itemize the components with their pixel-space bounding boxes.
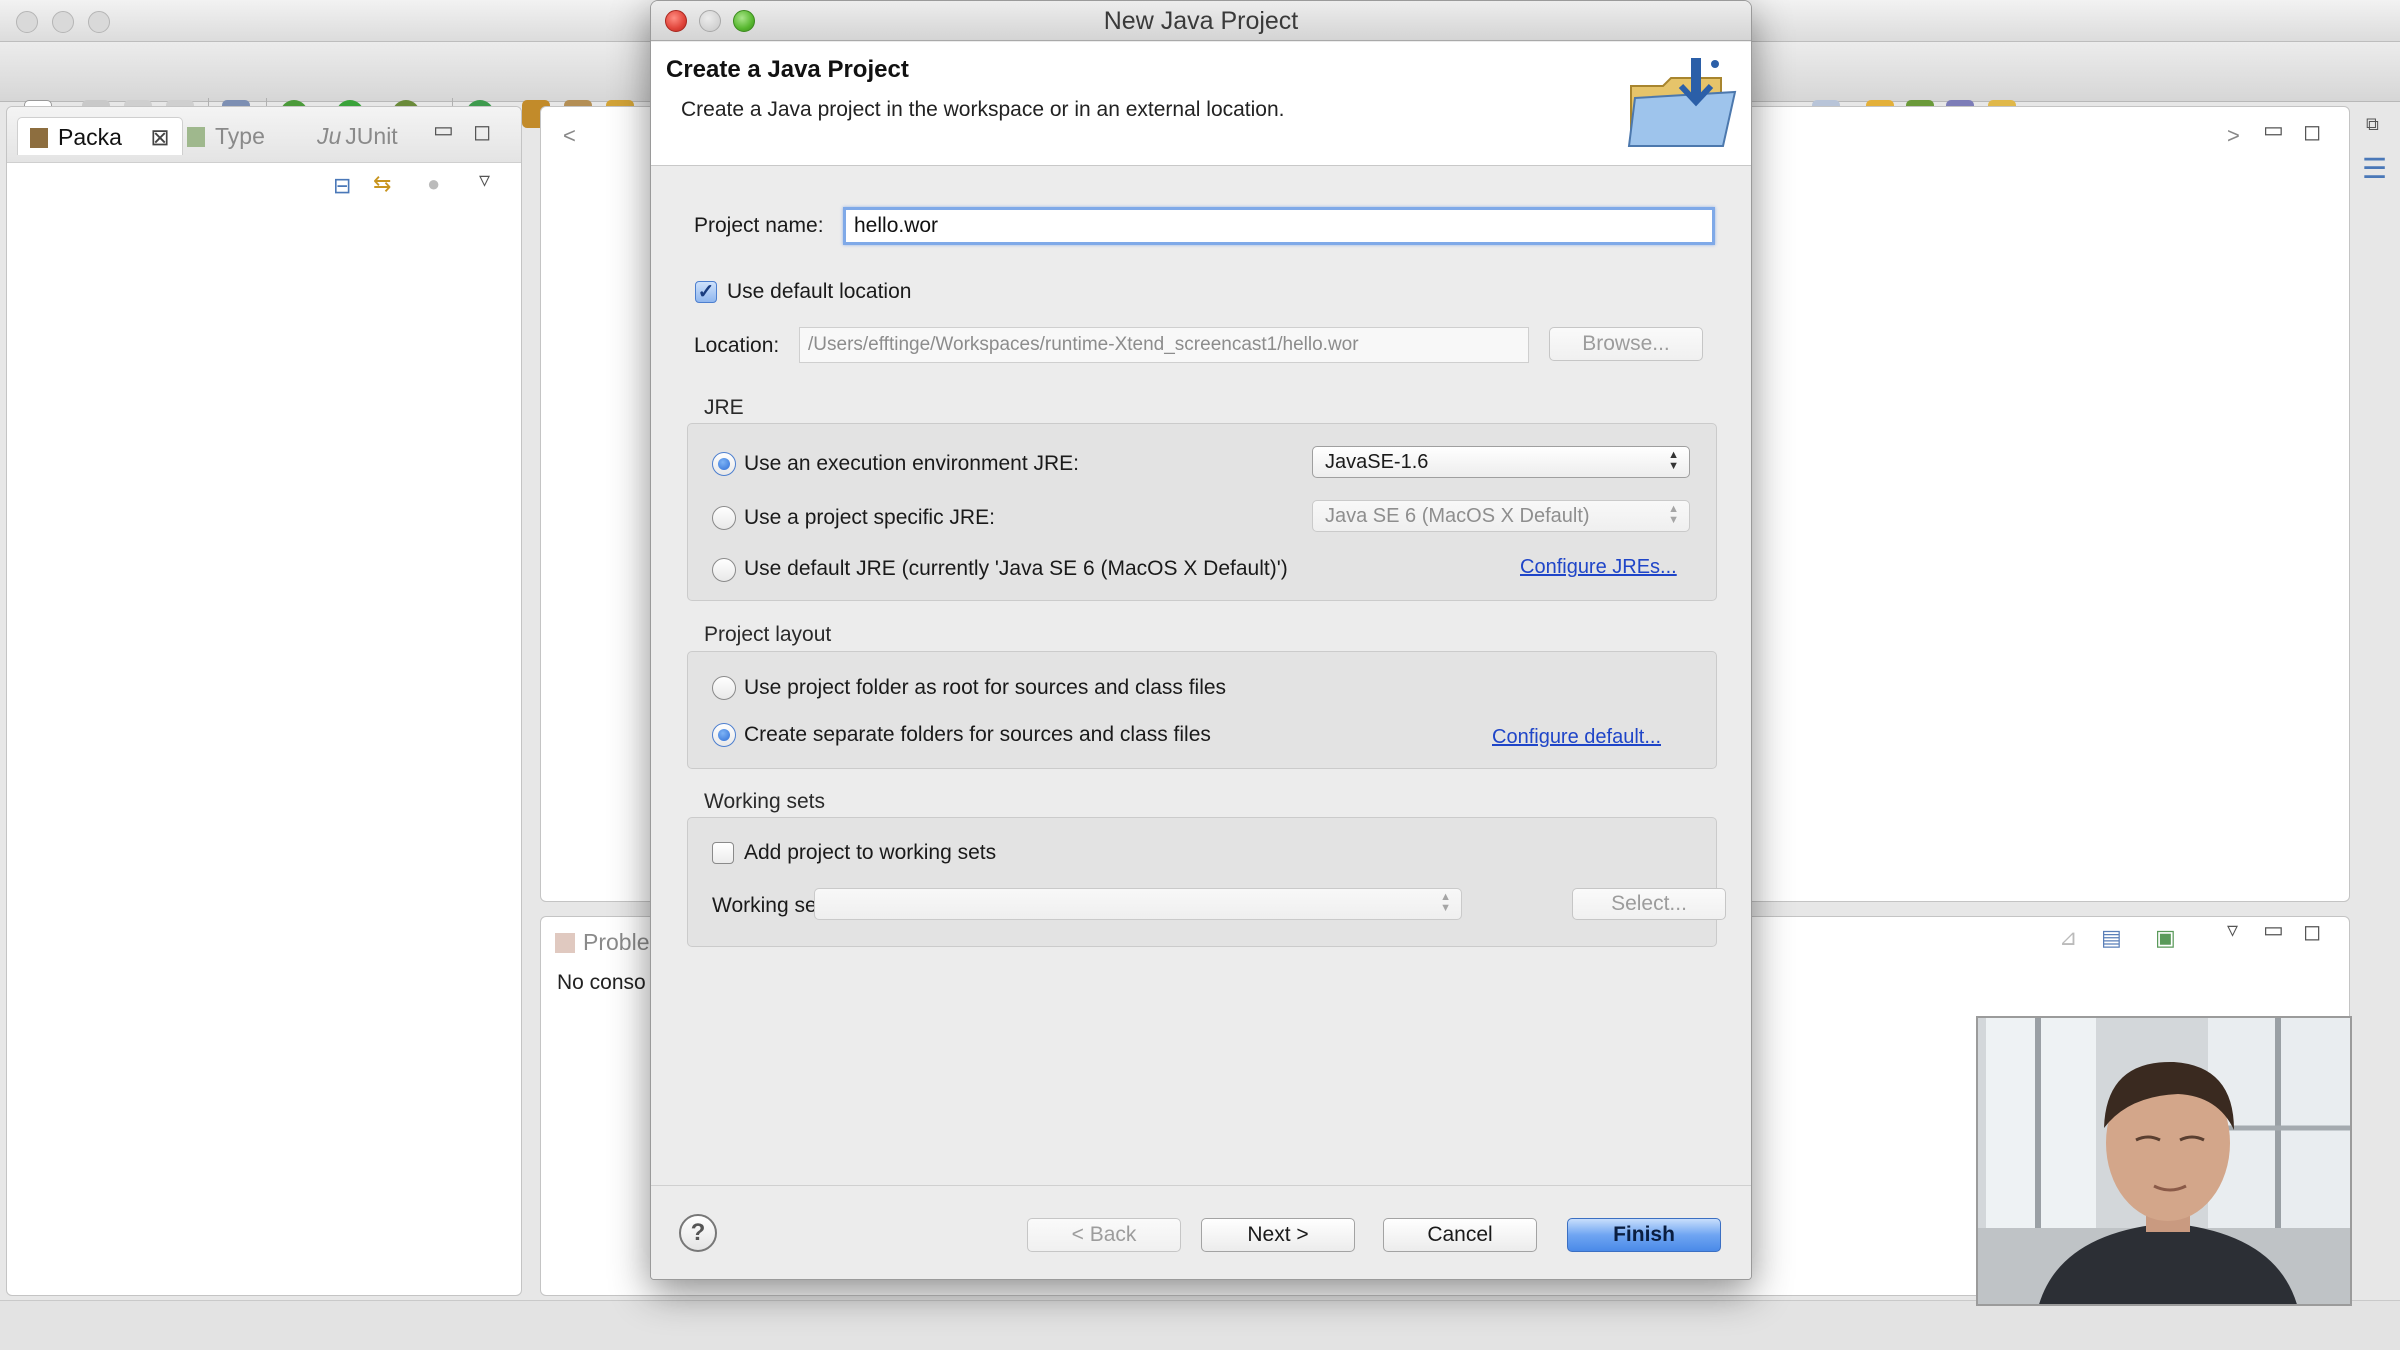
- junit-icon: Ju: [317, 123, 342, 149]
- hierarchy-icon: [187, 127, 205, 147]
- workbench-zoom-button[interactable]: [88, 11, 110, 33]
- separate-folders-radio[interactable]: [712, 723, 736, 747]
- tab-junit[interactable]: Ju JUnit: [317, 117, 398, 155]
- tab-package-explorer[interactable]: Packa ⊠: [17, 117, 183, 155]
- cancel-button[interactable]: Cancel: [1383, 1218, 1537, 1252]
- dialog-titlebar: New Java Project: [651, 1, 1751, 41]
- java-project-folder-icon: [1627, 58, 1737, 147]
- default-jre-label: Use default JRE (currently 'Java SE 6 (M…: [744, 557, 1288, 580]
- workbench-close-button[interactable]: [16, 11, 38, 33]
- execution-environment-select[interactable]: JavaSE-1.6 ▲ ▼: [1312, 446, 1690, 478]
- project-folder-root-radio[interactable]: [712, 676, 736, 700]
- configure-jres-link[interactable]: Configure JREs...: [1520, 556, 1677, 579]
- updown-arrows-icon: ▲ ▼: [1440, 891, 1451, 914]
- maximize-icon[interactable]: ◻: [473, 119, 491, 145]
- separate-folders-label: Create separate folders for sources and …: [744, 723, 1211, 746]
- focus-icon[interactable]: ●: [427, 171, 440, 197]
- back-button[interactable]: < Back: [1027, 1218, 1181, 1252]
- pin-console-icon[interactable]: ⊿: [2059, 925, 2077, 951]
- webcam-overlay: [1976, 1016, 2352, 1306]
- presenter-video-image: [1978, 1018, 2350, 1304]
- view-tab-bar: Packa ⊠ Type Ju JUnit ▭ ◻: [7, 107, 521, 163]
- location-input[interactable]: [799, 327, 1529, 363]
- project-name-input[interactable]: [843, 207, 1715, 245]
- restore-icon[interactable]: ⧉: [2366, 114, 2379, 135]
- project-name-label: Project name:: [694, 214, 824, 237]
- status-bar: [0, 1300, 2400, 1350]
- workbench-minimize-button[interactable]: [52, 11, 74, 33]
- dialog-header: Create a Java Project Create a Java proj…: [651, 42, 1751, 166]
- help-button[interactable]: ?: [679, 1214, 717, 1252]
- zoom-button[interactable]: [733, 10, 755, 32]
- project-specific-jre-select[interactable]: Java SE 6 (MacOS X Default) ▲ ▼: [1312, 500, 1690, 532]
- maximize-icon[interactable]: ◻: [2303, 119, 2321, 145]
- tab-type-hierarchy[interactable]: Type: [187, 117, 265, 155]
- location-label: Location:: [694, 334, 780, 357]
- header-description: Create a Java project in the workspace o…: [681, 98, 1285, 121]
- finish-button[interactable]: Finish: [1567, 1218, 1721, 1252]
- link-with-editor-icon[interactable]: ⇆: [373, 171, 391, 197]
- working-sets-group: Add project to working sets Working sets…: [687, 817, 1726, 947]
- add-to-working-sets-label: Add project to working sets: [744, 841, 997, 864]
- add-to-working-sets-checkbox[interactable]: [712, 842, 734, 864]
- outline-strip: ⧉ ☰: [2356, 106, 2396, 306]
- default-jre-radio[interactable]: [712, 558, 736, 582]
- package-explorer-view: Packa ⊠ Type Ju JUnit ▭ ◻ ⊟ ⇆ ● ▿: [6, 106, 522, 1296]
- console-message: No conso: [557, 971, 646, 994]
- select-working-sets-button[interactable]: Select...: [1572, 888, 1726, 920]
- outline-icon[interactable]: ☰: [2362, 152, 2387, 185]
- configure-default-link[interactable]: Configure default...: [1492, 726, 1661, 749]
- working-sets-select[interactable]: ▲ ▼: [814, 888, 1462, 920]
- execution-environment-label: Use an execution environment JRE:: [744, 452, 1080, 475]
- header-title: Create a Java Project: [666, 56, 909, 83]
- project-specific-jre-label: Use a project specific JRE:: [744, 506, 995, 529]
- working-sets-group-title: Working sets: [704, 790, 825, 813]
- view-menu-icon[interactable]: ▿: [2227, 917, 2238, 943]
- view-menu-icon[interactable]: ▿: [479, 167, 490, 193]
- project-specific-jre-radio[interactable]: [712, 506, 736, 530]
- maximize-icon[interactable]: ◻: [2303, 919, 2321, 945]
- chevron-right-icon[interactable]: >: [2227, 123, 2240, 149]
- browse-button[interactable]: Browse...: [1549, 327, 1703, 361]
- updown-arrows-icon: ▲ ▼: [1668, 449, 1679, 472]
- next-button[interactable]: Next >: [1201, 1218, 1355, 1252]
- minimize-button[interactable]: [699, 10, 721, 32]
- package-icon: [30, 128, 48, 148]
- use-default-location-checkbox[interactable]: ✓: [695, 281, 717, 303]
- minimize-icon[interactable]: ▭: [433, 117, 454, 143]
- use-default-location-label: Use default location: [727, 280, 912, 303]
- dialog-footer: ? < Back Next > Cancel Finish: [651, 1185, 1751, 1279]
- jre-group-title: JRE: [704, 396, 744, 419]
- jre-group: Use an execution environment JRE: JavaSE…: [687, 423, 1717, 601]
- close-icon[interactable]: ⊠: [150, 124, 169, 150]
- project-layout-group: Use project folder as root for sources a…: [687, 651, 1717, 769]
- display-console-icon[interactable]: ▤: [2101, 925, 2122, 951]
- dialog-title: New Java Project: [1103, 7, 1299, 35]
- project-folder-root-label: Use project folder as root for sources a…: [744, 676, 1227, 699]
- tab-problems[interactable]: Proble: [555, 929, 649, 956]
- collapse-all-icon[interactable]: ⊟: [333, 173, 351, 199]
- execution-environment-radio[interactable]: [712, 452, 736, 476]
- new-java-project-dialog: New Java Project Create a Java Project C…: [650, 0, 1752, 1280]
- layout-group-title: Project layout: [704, 623, 832, 646]
- minimize-icon[interactable]: ▭: [2263, 917, 2284, 943]
- problems-icon: [555, 933, 575, 953]
- chevron-left-icon[interactable]: <: [563, 123, 576, 149]
- minimize-icon[interactable]: ▭: [2263, 117, 2284, 143]
- open-console-icon[interactable]: ▣: [2155, 925, 2176, 951]
- close-button[interactable]: [665, 10, 687, 32]
- updown-arrows-icon: ▲ ▼: [1668, 503, 1679, 526]
